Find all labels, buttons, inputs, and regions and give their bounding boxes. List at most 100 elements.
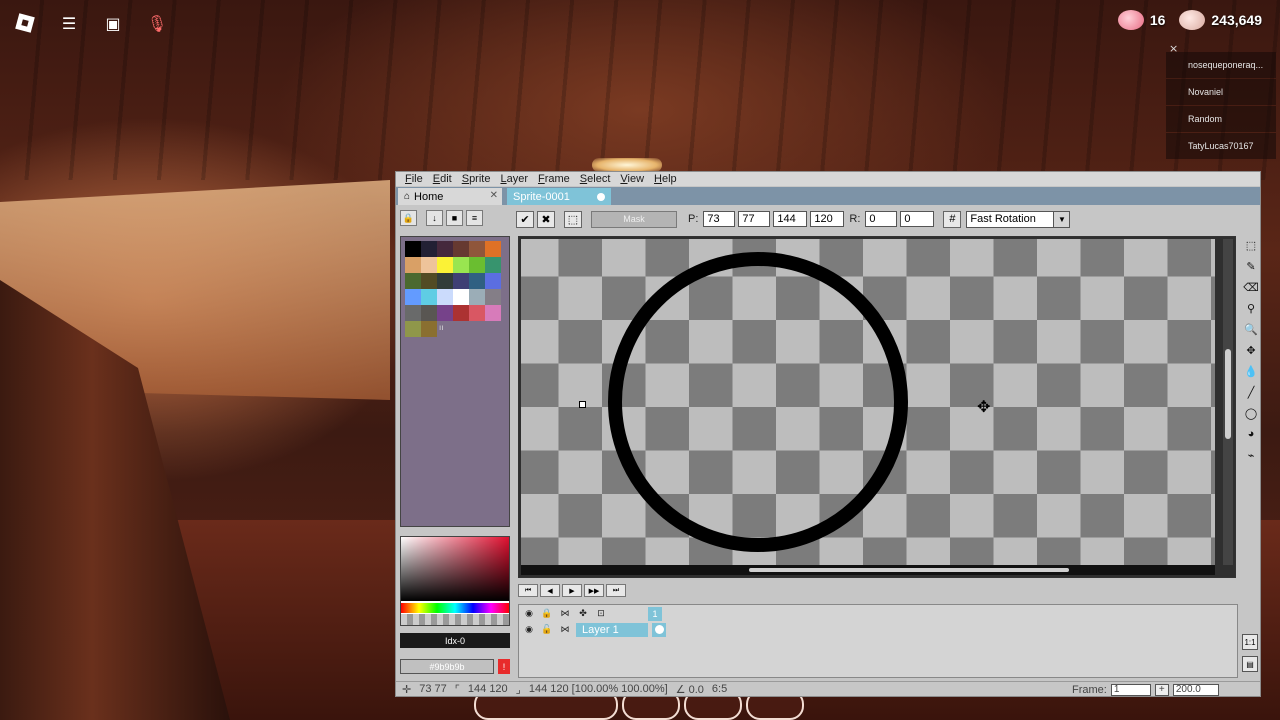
palette-options-icon[interactable]: ≡: [466, 210, 483, 226]
next-frame-icon[interactable]: ▶▶: [584, 584, 604, 597]
palette-swatch[interactable]: [453, 289, 469, 305]
warning-icon[interactable]: !: [498, 659, 510, 674]
player-item[interactable]: TatyLucas70167: [1166, 133, 1276, 159]
palette-swatch[interactable]: [437, 289, 453, 305]
hex-color-field[interactable]: #9b9b9b: [400, 659, 494, 674]
continuous-icon[interactable]: ⋈: [558, 623, 572, 636]
palette-swatch[interactable]: [485, 305, 501, 321]
onion-skin-icon[interactable]: ✤: [576, 607, 590, 620]
cel[interactable]: [652, 622, 666, 637]
line-tool-icon[interactable]: ╱: [1242, 383, 1260, 401]
add-frame-icon[interactable]: +: [1154, 683, 1169, 696]
width-field[interactable]: 144: [773, 211, 808, 227]
layer-row[interactable]: ◉ 🔓 ⋈ Layer 1: [519, 622, 666, 637]
y-field[interactable]: 77: [738, 211, 771, 227]
menu-help[interactable]: Help: [649, 173, 682, 185]
first-frame-icon[interactable]: ⏮: [518, 584, 538, 597]
palette-swatch[interactable]: [421, 289, 437, 305]
sprite-canvas[interactable]: ✥: [521, 239, 1215, 565]
palette-swatch[interactable]: [453, 305, 469, 321]
palette-swatch[interactable]: [405, 241, 421, 257]
x-field[interactable]: 73: [703, 211, 736, 227]
horizontal-scrollbar[interactable]: [521, 565, 1215, 575]
palette-swatch[interactable]: [469, 305, 485, 321]
palette-swatch[interactable]: [469, 289, 485, 305]
lock-icon[interactable]: 🔓: [540, 623, 554, 636]
palette-swatch[interactable]: [453, 241, 469, 257]
palette-swatch[interactable]: [453, 257, 469, 273]
vertical-scrollbar[interactable]: [1223, 239, 1233, 565]
rotation-algorithm-select[interactable]: Fast Rotation ▼: [966, 210, 1071, 228]
frame-input[interactable]: 1: [1110, 683, 1151, 696]
palette-swatch[interactable]: [405, 257, 421, 273]
palette-swatch[interactable]: [469, 257, 485, 273]
marquee-tool-icon[interactable]: ⬚: [1242, 236, 1260, 254]
cancel-x-icon[interactable]: ✖: [537, 210, 555, 228]
lock-icon[interactable]: 🔒: [400, 210, 417, 226]
palette-swatch[interactable]: [421, 257, 437, 273]
hue-slider[interactable]: [401, 603, 509, 613]
menu-sprite[interactable]: Sprite: [457, 173, 496, 185]
layer-name[interactable]: Layer 1: [576, 622, 648, 637]
scroll-thumb[interactable]: [1225, 349, 1231, 439]
alpha-slider[interactable]: [401, 614, 509, 625]
selection-mode-icon[interactable]: ⬚: [564, 210, 582, 228]
palette-swatch[interactable]: [405, 305, 421, 321]
move-tool-icon[interactable]: ✥: [1242, 341, 1260, 359]
palette-swatch[interactable]: [469, 273, 485, 289]
palette-swatch[interactable]: [485, 257, 501, 273]
palette-swatch[interactable]: [405, 321, 421, 337]
eye-icon[interactable]: ◉: [522, 623, 536, 636]
unsaved-dot-icon[interactable]: [597, 193, 605, 201]
blur-tool-icon[interactable]: ⌁: [1242, 446, 1260, 464]
menu-view[interactable]: View: [615, 173, 649, 185]
player-item[interactable]: nosequeponeraq...: [1166, 52, 1276, 78]
palette-preset-icon[interactable]: ■: [446, 210, 463, 226]
frame-number[interactable]: 1: [648, 606, 662, 621]
palette-swatch[interactable]: [453, 273, 469, 289]
grid-options-icon[interactable]: #: [943, 210, 962, 228]
scroll-thumb[interactable]: [749, 568, 1069, 572]
rotation-field-2[interactable]: 0: [900, 211, 935, 227]
link-icon[interactable]: ⋈: [558, 607, 572, 620]
menu-file[interactable]: File: [400, 173, 428, 185]
chat-icon[interactable]: ▣: [100, 10, 126, 36]
mask-button[interactable]: Mask: [591, 210, 677, 228]
height-field[interactable]: 120: [810, 211, 845, 227]
fill-tool-icon[interactable]: 💧: [1242, 362, 1260, 380]
rotation-field-1[interactable]: 0: [865, 211, 898, 227]
palette-swatch[interactable]: [421, 321, 437, 337]
pencil-tool-icon[interactable]: ✎: [1242, 257, 1260, 275]
close-icon[interactable]: ✕: [490, 190, 498, 201]
microphone-icon[interactable]: 🎙: [144, 10, 170, 36]
apply-check-icon[interactable]: ✔: [516, 210, 534, 228]
ellipse-tool-icon[interactable]: ◯: [1242, 404, 1260, 422]
palette-swatch[interactable]: [421, 305, 437, 321]
eyedropper-tool-icon[interactable]: ⚲: [1242, 299, 1260, 317]
roblox-menu-button[interactable]: [12, 10, 38, 36]
palette-swatch[interactable]: [437, 305, 453, 321]
sort-icon[interactable]: ↓: [426, 210, 443, 226]
contour-tool-icon[interactable]: ◕: [1242, 425, 1260, 443]
tab-sprite[interactable]: Sprite-0001: [507, 188, 611, 205]
palette-swatch[interactable]: [469, 241, 485, 257]
actual-size-icon[interactable]: 1:1: [1242, 634, 1258, 650]
palette-swatch[interactable]: [421, 241, 437, 257]
frame-options-icon[interactable]: ⊡: [594, 607, 608, 620]
hamburger-icon[interactable]: ☰: [56, 10, 82, 36]
saturation-value-box[interactable]: [401, 537, 509, 601]
zoom-tool-icon[interactable]: 🔍: [1242, 320, 1260, 338]
menu-select[interactable]: Select: [575, 173, 616, 185]
menu-layer[interactable]: Layer: [495, 173, 533, 185]
palette-swatch[interactable]: [437, 273, 453, 289]
menu-frame[interactable]: Frame: [533, 173, 575, 185]
palette-swatch[interactable]: [485, 241, 501, 257]
tab-home[interactable]: ⌂ Home ✕: [398, 188, 502, 205]
menu-edit[interactable]: Edit: [428, 173, 457, 185]
player-item[interactable]: Novaniel: [1166, 79, 1276, 105]
chevron-down-icon[interactable]: ▼: [1053, 211, 1070, 227]
lock-icon[interactable]: 🔒: [540, 607, 554, 620]
palette-swatch[interactable]: [405, 289, 421, 305]
palette-swatch[interactable]: [485, 289, 501, 305]
timeline-toggle-icon[interactable]: ▤: [1242, 656, 1258, 672]
